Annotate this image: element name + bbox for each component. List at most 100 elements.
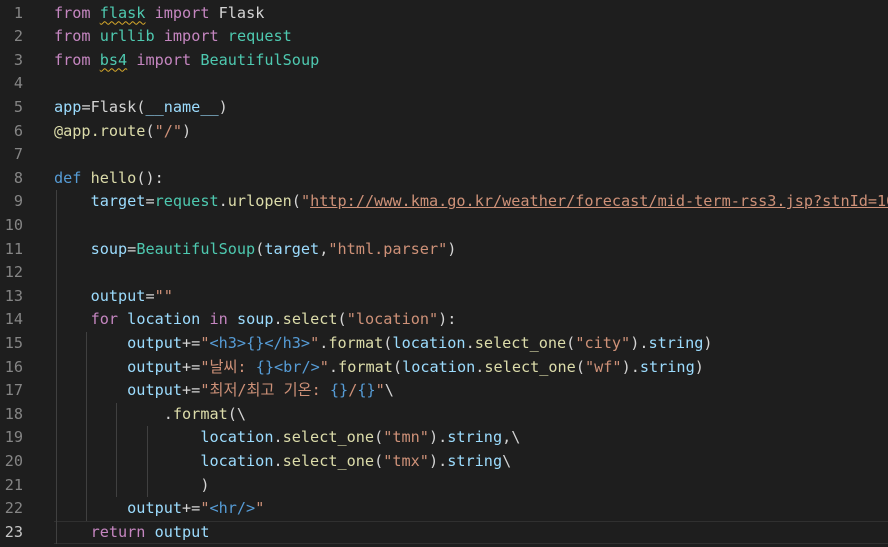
code-line[interactable]: 13 output="" (0, 285, 888, 309)
line-number: 4 (13, 74, 23, 93)
code-line[interactable]: 10 (0, 214, 888, 238)
code-token: . (273, 451, 283, 470)
code-token: bs4 (99, 50, 128, 69)
code-token: <br/> (274, 357, 320, 376)
code-line[interactable]: 8 def hello(): (0, 167, 888, 191)
code-text: from bs4 import BeautifulSoup (54, 49, 319, 73)
code-token: urlopen (227, 192, 292, 211)
code-token: location (200, 428, 274, 447)
code-token: for (90, 310, 119, 329)
code-token: location (200, 451, 274, 470)
code-token: ) (200, 475, 210, 494)
code-line[interactable]: 19 location.select_one("tmn").string,\ (0, 426, 888, 450)
code-token: " (375, 381, 385, 400)
code-text: location.select_one("tmn").string,\ (54, 426, 520, 450)
code-token: select_one (282, 451, 375, 470)
code-line[interactable]: 1 from flask import Flask (0, 2, 888, 26)
code-line[interactable]: 7 (0, 143, 888, 167)
code-text: output+="<h3>{}</h3>".format(location.se… (54, 332, 713, 356)
code-token: "/" (154, 121, 183, 140)
code-token: from (54, 3, 91, 22)
code-line[interactable]: 2 from urllib import request (0, 25, 888, 49)
code-token: = (127, 239, 137, 258)
code-token: select_one (282, 428, 375, 447)
code-token: request (227, 27, 292, 46)
code-text: from flask import Flask (54, 2, 264, 26)
code-token: "location" (346, 310, 439, 329)
code-token: output (127, 381, 183, 400)
code-line[interactable]: 14 for location in soup.select("location… (0, 308, 888, 332)
code-token: def (54, 168, 82, 187)
code-token: output (154, 522, 210, 541)
code-token: , (319, 239, 329, 258)
code-token: select_one (484, 357, 576, 376)
code-token: "tmn" (383, 428, 429, 447)
line-number: 19 (4, 428, 23, 447)
indent-guide (86, 331, 88, 521)
code-token: ) (694, 357, 704, 376)
code-token: ) (703, 333, 713, 352)
code-line[interactable]: 11 soup=BeautifulSoup(target,"html.parse… (0, 238, 888, 262)
code-token: string (447, 428, 503, 447)
code-token: "tmx" (383, 451, 429, 470)
code-line[interactable]: 15 output+="<h3>{}</h3>".format(location… (0, 332, 888, 356)
code-token: ( (392, 357, 403, 376)
line-number: 21 (4, 475, 23, 494)
code-line[interactable]: 6 @app.route("/") (0, 120, 888, 144)
code-token: ,\ (502, 428, 521, 447)
code-text: return output (54, 521, 210, 545)
code-text: location.select_one("tmx").string\ (54, 450, 511, 474)
code-text: ) (54, 474, 209, 498)
line-number: 2 (13, 27, 23, 46)
code-line[interactable]: 12 (0, 261, 888, 285)
code-token: " (319, 357, 329, 376)
code-token: "최저/최고 기온: (200, 381, 330, 400)
code-token: BeautifulSoup (200, 50, 320, 69)
line-number: 11 (4, 239, 23, 258)
line-number: 15 (4, 333, 23, 352)
code-token: target (90, 192, 146, 211)
code-token: http://www.kma.go.kr/weather/forecast/mi… (310, 192, 888, 211)
code-line[interactable]: 5 app=Flask(__name__) (0, 96, 888, 120)
code-token: <hr/> (209, 499, 256, 518)
line-number: 5 (13, 97, 23, 116)
code-token: location (392, 333, 466, 352)
code-token: from (54, 27, 91, 46)
line-number: 14 (4, 310, 23, 329)
code-line[interactable]: 22 output+="<hr/>" (0, 497, 888, 521)
code-token: </h3> (264, 333, 311, 352)
code-line[interactable]: 18 .format(\ (0, 403, 888, 427)
code-token: output (127, 333, 183, 352)
code-token: request (154, 192, 219, 211)
code-token: soup (236, 310, 274, 329)
code-editor[interactable]: 1 from flask import Flask 2 from urllib imp… (0, 0, 888, 547)
code-token: output (90, 286, 146, 305)
code-token: BeautifulSoup (136, 239, 256, 258)
code-line[interactable]: 20 location.select_one("tmx").string\ (0, 450, 888, 474)
code-line[interactable]: 16 output+="날씨: {}<br/>".format(location… (0, 356, 888, 380)
code-line[interactable]: 23 return output (0, 520, 888, 545)
code-line[interactable]: 21 ) (0, 474, 888, 498)
code-line[interactable]: 4 (0, 72, 888, 96)
code-token: string (639, 357, 695, 376)
code-token: . (273, 428, 283, 447)
line-number: 1 (13, 3, 23, 22)
code-token: @app.route (54, 121, 146, 140)
code-text: target=request.urlopen("http://www.kma.g… (54, 190, 888, 214)
code-token: ) (218, 97, 228, 116)
code-token: {} (357, 381, 376, 400)
code-line[interactable]: 17 output+="최저/최고 기온: {}/{}"\ (0, 379, 888, 403)
code-line[interactable]: 3 from bs4 import BeautifulSoup (0, 49, 888, 73)
code-line[interactable]: 9 target=request.urlopen("http://www.kma… (0, 190, 888, 214)
line-number: 22 (4, 499, 23, 518)
code-token: ). (428, 428, 448, 447)
code-token: . (328, 357, 339, 376)
